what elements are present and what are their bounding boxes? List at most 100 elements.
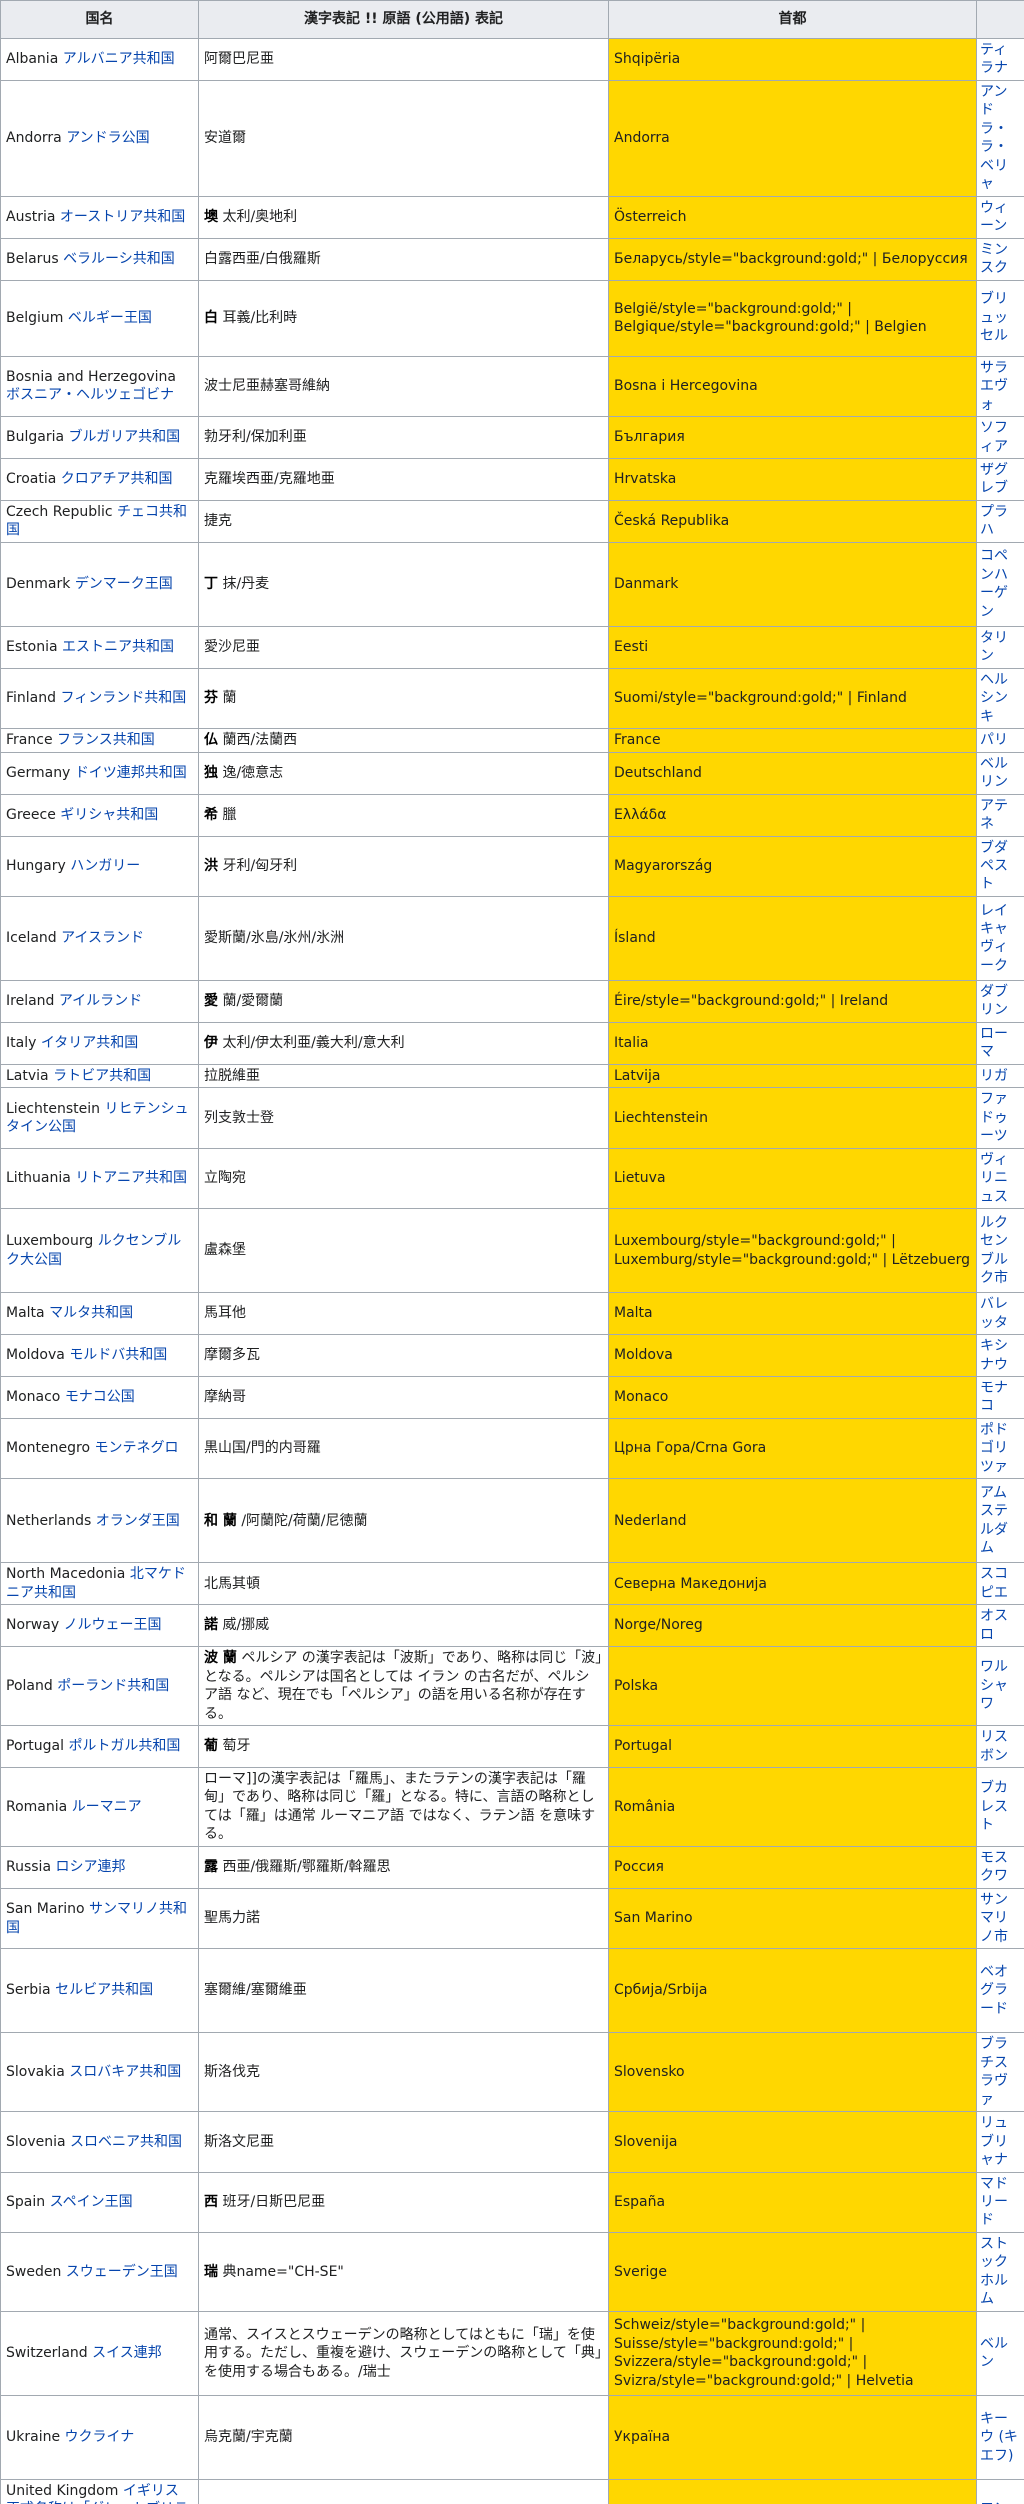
capital-link[interactable]: ソフィア (980, 420, 1008, 454)
capital-link[interactable]: ストックホルム (980, 2236, 1008, 2307)
country-english-name: Italy (6, 1035, 37, 1052)
capital-link[interactable]: キシナウ (980, 1338, 1008, 1372)
capital-link[interactable]: ミンスク (980, 242, 1008, 276)
capital-link[interactable]: ワルシャワ (980, 1659, 1008, 1712)
country-japanese-link[interactable]: ボスニア・ヘルツェゴビナ (6, 387, 174, 403)
capital-link[interactable]: モナコ (980, 1380, 1008, 1414)
native-name-cell: Sverige (608, 2231, 977, 2312)
capital-link[interactable]: ブダペスト (980, 840, 1008, 893)
capital-link[interactable]: ベオグラード (980, 1964, 1008, 2017)
capital-link[interactable]: リュブリャナ (980, 2115, 1008, 2168)
native-name-cell: Lietuva (608, 1147, 977, 1210)
capital-cell: サラエヴォ (976, 355, 1024, 418)
country-japanese-link[interactable]: ハンガリー (70, 858, 140, 874)
country-japanese-link[interactable]: デンマーク王国 (75, 576, 173, 592)
country-japanese-link[interactable]: スイス連邦 (92, 2345, 162, 2361)
capital-link[interactable]: モスクワ (980, 1850, 1008, 1884)
country-japanese-link[interactable]: アイスランド (61, 930, 144, 946)
capital-link[interactable]: オスロ (980, 1608, 1008, 1642)
country-japanese-link[interactable]: ドイツ連邦共和国 (75, 765, 187, 781)
capital-link[interactable]: コペンハーゲン (980, 548, 1008, 619)
country-cell: Liechtenstein リヒテンシュタイン公国 (0, 1087, 199, 1149)
capital-link[interactable]: ブリュッセル (980, 291, 1008, 344)
country-cell: Iceland アイスランド (0, 895, 199, 981)
country-japanese-link[interactable]: ベルギー王国 (68, 310, 152, 326)
country-japanese-link[interactable]: アイルランド (59, 993, 142, 1009)
capital-link[interactable]: ベルン (980, 2336, 1008, 2370)
capital-link[interactable]: ダブリン (980, 984, 1008, 1018)
capital-link[interactable]: ザグレブ (980, 462, 1008, 496)
capital-link[interactable]: ローマ (980, 1026, 1008, 1060)
table-row: Germany ドイツ連邦共和国独 逸/徳意志 Deutschland ベルリン (0, 751, 1024, 795)
capital-link[interactable]: サンマリノ市 (980, 1892, 1008, 1945)
table-row: Sweden スウェーデン王国瑞 典name="CH-SE" Sverige ストッ… (0, 2231, 1024, 2312)
country-japanese-link[interactable]: マルタ共和国 (49, 1305, 133, 1321)
country-japanese-link[interactable]: イタリア共和国 (41, 1035, 138, 1051)
capital-link[interactable]: タリン (980, 630, 1008, 664)
country-japanese-link[interactable]: セルビア共和国 (55, 1982, 153, 1998)
capital-link[interactable]: ヘルシンキ (980, 672, 1008, 725)
capital-link[interactable]: アテネ (980, 798, 1008, 832)
capital-link[interactable]: ウィーン (980, 200, 1008, 234)
capital-link[interactable]: アンドラ・ラ・ベリャ (980, 84, 1008, 192)
country-japanese-link[interactable]: ブルガリア共和国 (69, 429, 181, 445)
header-kanji[interactable]: 漢字表記 !! 原語 (公用語) 表記 (198, 0, 609, 39)
capital-cell: ベルン (976, 2310, 1024, 2396)
country-japanese-link[interactable]: ポーランド共和国 (57, 1678, 169, 1694)
country-japanese-link[interactable]: スロベニア共和国 (70, 2134, 182, 2150)
capital-link[interactable]: ティラナ (980, 42, 1008, 76)
country-japanese-link[interactable]: スウェーデン王国 (66, 2264, 178, 2280)
capital-link[interactable]: マドリード (980, 2176, 1008, 2229)
country-cell: Luxembourg ルクセンブルク大公国 (0, 1208, 199, 1294)
capital-link[interactable]: ブカレスト (980, 1780, 1008, 1833)
capital-link[interactable]: ブラチスラヴァ (980, 2036, 1008, 2107)
capital-link[interactable]: アムステルダム (980, 1485, 1008, 1556)
capital-link[interactable]: スコピエ (980, 1566, 1008, 1600)
capital-link[interactable]: ベルリン (980, 756, 1008, 790)
country-japanese-link[interactable]: モルドバ共和国 (69, 1347, 167, 1363)
country-japanese-link[interactable]: ウクライナ (65, 2429, 135, 2445)
country-japanese-link[interactable]: スペイン王国 (50, 2194, 133, 2210)
country-japanese-link[interactable]: エストニア共和国 (62, 639, 174, 655)
native-name-cell: Црна Гора/Crna Gora (608, 1417, 977, 1480)
capital-link[interactable]: バレッタ (980, 1296, 1008, 1330)
kanji-cell: 洪 牙利/匈牙利 (198, 835, 609, 897)
capital-link[interactable]: レイキャヴィーク (980, 903, 1008, 974)
country-japanese-link[interactable]: フランス共和国 (57, 732, 155, 748)
country-japanese-link[interactable]: ルーマニア (72, 1799, 142, 1815)
kanji-text: 萄牙 (218, 1738, 251, 1755)
capital-link[interactable]: ポドゴリツァ (980, 1422, 1008, 1475)
country-japanese-link[interactable]: アルバニア共和国 (63, 51, 175, 67)
capital-link[interactable]: ファドゥーツ (980, 1091, 1008, 1144)
country-japanese-link[interactable]: スロバキア共和国 (69, 2064, 181, 2080)
native-name-cell: Latvija (608, 1063, 977, 1089)
country-japanese-link[interactable]: アンドラ公国 (66, 130, 149, 146)
country-japanese-link[interactable]: ギリシャ共和国 (60, 807, 158, 823)
country-japanese-link[interactable]: ラトビア共和国 (53, 1068, 151, 1084)
country-japanese-link[interactable]: リトアニア共和国 (75, 1170, 187, 1186)
country-japanese-link[interactable]: オーストリア共和国 (60, 209, 185, 225)
header-capital[interactable]: 首都 (608, 0, 977, 39)
page: 国名 漢字表記 !! 原語 (公用語) 表記 首都 Albania アルバニア共… (0, 0, 1024, 2504)
country-japanese-link[interactable]: オランダ王国 (96, 1513, 180, 1529)
capital-link[interactable]: ヴィリニュス (980, 1152, 1008, 1205)
capital-cell: プラハ (976, 499, 1024, 543)
country-japanese-link[interactable]: フィンランド共和国 (60, 690, 186, 706)
country-japanese-link[interactable]: ベラルーシ共和国 (63, 251, 175, 267)
country-japanese-link[interactable]: ノルウェー王国 (64, 1617, 162, 1633)
capital-link[interactable]: パリ (980, 732, 1008, 748)
native-name-cell: Suomi/style="background:gold;" | Finland (608, 667, 977, 730)
country-japanese-link[interactable]: ロシア連邦 (55, 1859, 125, 1875)
header-country[interactable]: 国名 (0, 0, 199, 39)
capital-link[interactable]: プラハ (980, 504, 1008, 538)
country-japanese-link[interactable]: モンテネグロ (94, 1440, 178, 1456)
country-japanese-link[interactable]: ポルトガル共和国 (68, 1738, 180, 1754)
capital-cell: マドリード (976, 2171, 1024, 2233)
capital-link[interactable]: ルクセンブルク市 (980, 1215, 1008, 1286)
capital-link[interactable]: キーウ (キエフ) (980, 2411, 1018, 2464)
capital-link[interactable]: サラエヴォ (980, 360, 1008, 413)
country-japanese-link[interactable]: モナコ公国 (65, 1389, 135, 1405)
capital-link[interactable]: リスボン (980, 1729, 1008, 1763)
country-japanese-link[interactable]: クロアチア共和国 (61, 471, 173, 487)
capital-link[interactable]: リガ (980, 1068, 1008, 1084)
